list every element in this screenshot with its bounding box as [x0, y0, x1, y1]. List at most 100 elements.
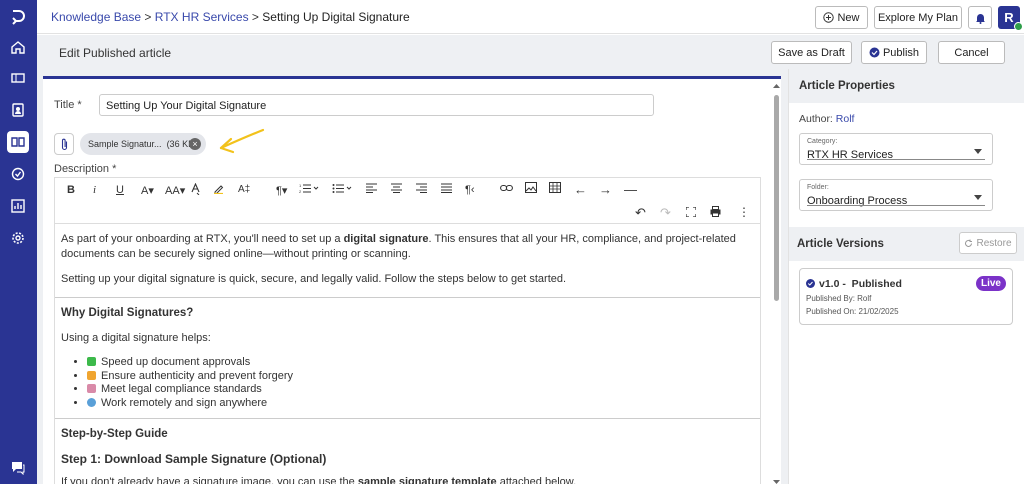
chat-icon[interactable]: [7, 456, 29, 478]
notifications-button[interactable]: [968, 6, 992, 29]
undo-button[interactable]: ↶: [635, 205, 646, 221]
select-underline: [807, 159, 985, 160]
marker-icon[interactable]: [213, 183, 224, 197]
ordered-list-icon[interactable]: 12: [299, 183, 319, 197]
attachment-chip[interactable]: Sample Signatur... (36 KB) ×: [80, 133, 206, 155]
indent-arrow-icon[interactable]: →: [599, 182, 612, 197]
reports-icon[interactable]: [7, 195, 29, 217]
new-button[interactable]: New: [815, 6, 868, 29]
remove-attachment-icon[interactable]: ×: [189, 138, 201, 150]
list-item-text: Speed up document approvals: [101, 356, 251, 368]
scroll-up-arrow-icon[interactable]: [773, 83, 780, 89]
cancel-button[interactable]: Cancel: [938, 41, 1005, 64]
clear-format-button[interactable]: A‡: [238, 184, 250, 195]
checkmark-emoji-icon: [87, 357, 96, 366]
page-title: Edit Published article: [59, 46, 172, 60]
author-value[interactable]: Rolf: [836, 113, 855, 125]
article-content[interactable]: As part of your onboarding at RTX, you'l…: [54, 223, 761, 484]
folder-select[interactable]: Folder: Onboarding Process: [799, 179, 993, 211]
intro-text: As part of your onboarding at RTX, you'l…: [61, 233, 344, 245]
contacts-icon[interactable]: [7, 99, 29, 121]
align-left-icon[interactable]: [366, 183, 377, 196]
more-options-icon[interactable]: ⋮: [738, 205, 750, 219]
list-item-text: Work remotely and sign anywhere: [101, 396, 268, 409]
why-heading: Why Digital Signatures?: [61, 307, 194, 319]
unordered-list-icon[interactable]: [332, 183, 352, 197]
font-color-button[interactable]: A▾: [141, 184, 154, 197]
attach-button[interactable]: [54, 133, 74, 155]
check-circle-icon: [869, 47, 880, 58]
scales-emoji-icon: [87, 384, 96, 393]
article-versions-header: Article Versions Restore: [789, 227, 1024, 261]
align-justify-icon[interactable]: [441, 183, 452, 196]
title-input[interactable]: Setting Up Your Digital Signature: [99, 94, 654, 116]
paragraph-format-button[interactable]: ¶▾: [276, 184, 287, 197]
italic-button[interactable]: i: [93, 184, 96, 196]
knowledge-base-icon[interactable]: [7, 131, 29, 153]
explore-my-plan-button[interactable]: Explore My Plan: [874, 6, 962, 29]
setup-paragraph: Setting up your digital signature is qui…: [61, 273, 567, 285]
redo-button[interactable]: ↷: [660, 205, 671, 221]
list-item-text: Meet legal compliance standards: [101, 383, 262, 395]
align-center-icon[interactable]: [391, 183, 402, 196]
tasks-icon[interactable]: [7, 163, 29, 185]
home-icon[interactable]: [7, 36, 29, 58]
breadcrumb-current: Setting Up Digital Signature: [262, 10, 410, 24]
insert-link-icon[interactable]: [500, 183, 513, 196]
published-on: Published On: 21/02/2025: [806, 307, 899, 316]
category-select[interactable]: Category: RTX HR Services: [799, 133, 993, 165]
article-editor: Title * Setting Up Your Digital Signatur…: [43, 76, 781, 484]
breadcrumb: Knowledge Base > RTX HR Services > Setti…: [51, 10, 410, 24]
author-label: Author:: [799, 113, 833, 125]
insert-table-icon[interactable]: [549, 182, 561, 196]
published-by: Published By: Rolf: [806, 294, 872, 303]
ticket-icon[interactable]: [7, 67, 29, 89]
plus-circle-icon: [823, 12, 835, 23]
step1-heading: Step 1: Download Sample Signature (Optio…: [61, 452, 327, 466]
bold-button[interactable]: B: [67, 184, 75, 196]
print-icon[interactable]: [710, 206, 721, 220]
breadcrumb-rtx-hr-services[interactable]: RTX HR Services: [155, 10, 249, 24]
paragraph-label: ¶: [276, 185, 282, 197]
app-logo-icon[interactable]: [7, 6, 29, 28]
fullscreen-icon[interactable]: [685, 206, 697, 220]
font-color-label: A: [141, 185, 149, 197]
restore-button[interactable]: Restore: [959, 232, 1017, 254]
lock-emoji-icon: [87, 370, 96, 380]
highlight-color-icon[interactable]: [190, 182, 201, 198]
chevron-down-icon: [974, 195, 982, 200]
breadcrumb-knowledge-base[interactable]: Knowledge Base: [51, 10, 141, 24]
list-item: Speed up document approvals: [87, 356, 754, 370]
bell-icon: [975, 13, 985, 24]
scrollbar-thumb[interactable]: [774, 95, 779, 301]
settings-gear-icon[interactable]: [7, 227, 29, 249]
text-direction-button[interactable]: ¶‹: [465, 184, 475, 196]
version-card[interactable]: v1.0 - Published Live Published By: Rolf…: [799, 268, 1013, 325]
select-underline: [807, 205, 985, 206]
scroll-down-arrow-icon[interactable]: [773, 479, 780, 484]
top-bar: Knowledge Base > RTX HR Services > Setti…: [37, 0, 1024, 34]
paperclip-icon: [61, 138, 67, 150]
align-right-icon[interactable]: [416, 183, 427, 196]
publish-button[interactable]: Publish: [861, 41, 927, 64]
editor-scrollbar[interactable]: [772, 81, 780, 484]
step1-paragraph: If you don't already have a signature im…: [61, 475, 754, 484]
underline-button[interactable]: U: [116, 184, 124, 196]
online-status-dot: [1014, 22, 1023, 31]
intro-bold-text: digital signature: [343, 233, 429, 245]
using-paragraph: Using a digital signature helps:: [61, 332, 211, 344]
save-as-draft-button[interactable]: Save as Draft: [771, 41, 852, 64]
insert-image-icon[interactable]: [525, 182, 537, 196]
right-panel: Article Properties Author: Rolf Category…: [788, 69, 1024, 484]
category-label: Category:: [807, 138, 838, 145]
description-label: Description *: [54, 163, 117, 175]
new-button-label: New: [837, 11, 860, 24]
attachment-name: Sample Signatur...: [88, 139, 162, 149]
user-avatar[interactable]: R: [998, 6, 1023, 31]
step1-text-end: attached below.: [496, 476, 577, 484]
title-label: Title *: [54, 99, 82, 111]
outdent-arrow-icon[interactable]: ←: [574, 182, 587, 197]
font-size-button[interactable]: AA▾: [165, 184, 185, 197]
horizontal-line-icon[interactable]: —: [624, 182, 637, 197]
breadcrumb-separator: >: [251, 10, 259, 24]
